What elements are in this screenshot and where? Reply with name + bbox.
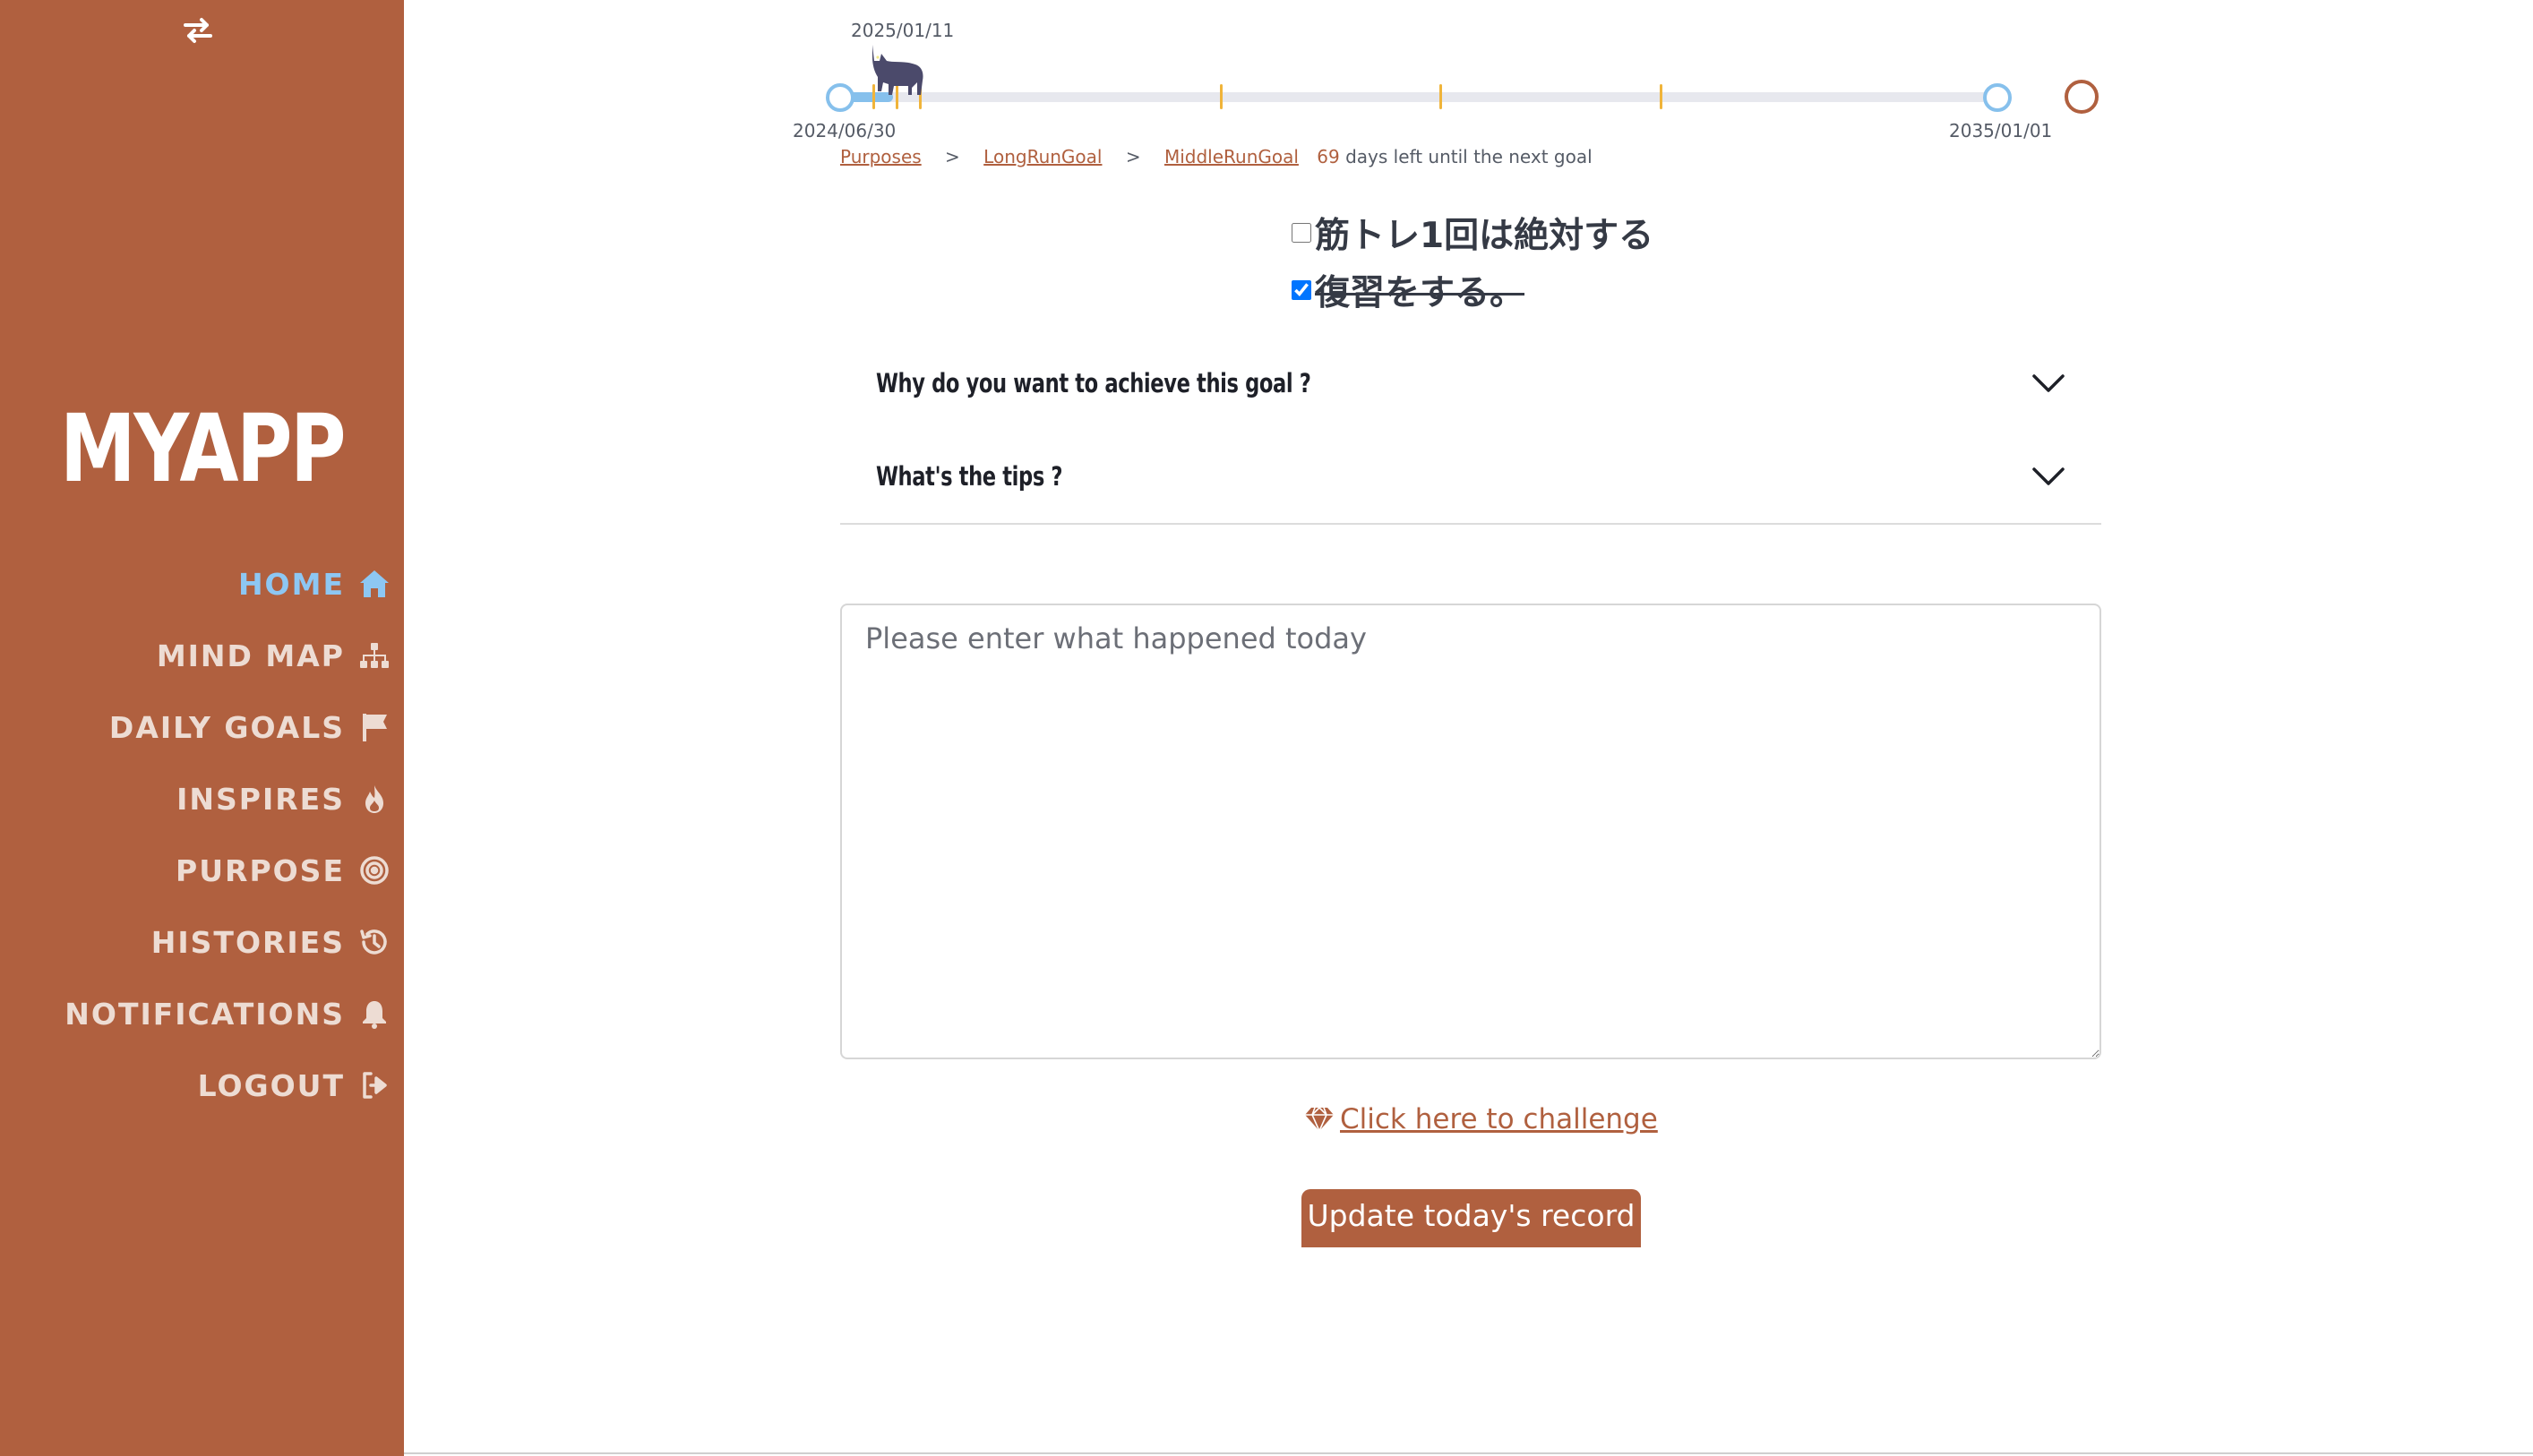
task-list: 筋トレ1回は絶対する 復習をする。 <box>1292 204 1653 319</box>
gem-icon <box>1305 1106 1334 1133</box>
cat-icon <box>872 45 923 95</box>
breadcrumb-link-middle-run-goal[interactable]: MiddleRunGoal <box>1164 146 1299 167</box>
main-nav: HOME MIND MAP DAILY GOALS INSPIRES PURPO… <box>0 548 404 1121</box>
nav-item-label: MIND MAP <box>156 638 345 673</box>
nav-item-label: PURPOSE <box>176 852 345 888</box>
accordion-title: Why do you want to achieve this goal ? <box>876 368 1311 398</box>
task-checkbox[interactable] <box>1292 223 1311 243</box>
daily-record-textarea[interactable] <box>840 604 2101 1059</box>
nav-item-label: DAILY GOALS <box>108 709 345 745</box>
task-item[interactable]: 筋トレ1回は絶対する <box>1292 204 1653 261</box>
update-record-button[interactable]: Update today's record <box>1301 1189 1641 1247</box>
task-label: 復習をする。 <box>1315 273 1525 313</box>
breadcrumb: Purposes > LongRunGoal > MiddleRunGoal 6… <box>840 146 1593 167</box>
task-item[interactable]: 復習をする。 <box>1292 261 1653 319</box>
sidebar-toggle-button[interactable] <box>177 13 219 48</box>
timeline-current-date: 2025/01/11 <box>851 20 955 41</box>
timeline-end-node[interactable] <box>1983 83 2012 112</box>
timeline-goal-node[interactable] <box>2065 80 2099 114</box>
nav-item-label: NOTIFICATIONS <box>64 996 345 1032</box>
days-left-text: days left until the next goal <box>1345 146 1593 167</box>
nav-item-label: LOGOUT <box>197 1067 345 1103</box>
timeline-tick <box>1220 84 1223 109</box>
nav-item-label: HISTORIES <box>150 924 345 960</box>
nav-item-label: INSPIRES <box>176 781 345 817</box>
timeline-track <box>839 92 1995 102</box>
nav-item-home[interactable]: HOME <box>0 548 404 620</box>
nav-item-logout[interactable]: LOGOUT <box>0 1049 404 1121</box>
swap-arrows-icon <box>184 18 212 43</box>
fire-icon <box>357 782 391 816</box>
page-bottom-divider <box>404 1452 2533 1454</box>
task-label: 筋トレ1回は絶対する <box>1315 216 1654 256</box>
breadcrumb-link-purposes[interactable]: Purposes <box>840 146 922 167</box>
accordion-why[interactable]: Why do you want to achieve this goal ? <box>840 337 2101 430</box>
challenge-link-label: Click here to challenge <box>1340 1103 1658 1135</box>
challenge-link[interactable]: Click here to challenge <box>1304 1103 1658 1135</box>
nav-item-label: HOME <box>237 566 345 602</box>
chevron-down-icon[interactable] <box>2031 466 2065 487</box>
target-icon <box>357 853 391 887</box>
timeline-tick <box>1439 84 1442 109</box>
history-icon <box>357 925 391 959</box>
nav-item-inspires[interactable]: INSPIRES <box>0 763 404 835</box>
nav-item-histories[interactable]: HISTORIES <box>0 906 404 978</box>
days-left-count: 69 <box>1317 146 1340 167</box>
logout-icon <box>357 1068 391 1102</box>
home-icon <box>357 567 391 601</box>
nav-item-notifications[interactable]: NOTIFICATIONS <box>0 978 404 1049</box>
app-logo[interactable]: MYAPP <box>37 394 368 503</box>
timeline-start-date: 2024/06/30 <box>793 120 897 141</box>
breadcrumb-link-long-run-goal[interactable]: LongRunGoal <box>983 146 1102 167</box>
task-checkbox[interactable] <box>1292 280 1311 300</box>
accordion-tips[interactable]: What's the tips ? <box>840 430 2101 523</box>
nav-item-mind-map[interactable]: MIND MAP <box>0 620 404 691</box>
timeline-tick <box>1660 84 1662 109</box>
breadcrumb-separator: > <box>1125 146 1141 167</box>
sidebar: MYAPP HOME MIND MAP DAILY GOALS INSPIRES <box>0 0 404 1456</box>
goal-accordion: Why do you want to achieve this goal ? W… <box>840 337 2101 525</box>
nav-item-purpose[interactable]: PURPOSE <box>0 835 404 906</box>
bell-icon <box>357 997 391 1031</box>
accordion-title: What's the tips ? <box>876 461 1063 492</box>
sitemap-icon <box>357 638 391 672</box>
flag-icon <box>357 710 391 744</box>
breadcrumb-separator: > <box>945 146 960 167</box>
chevron-down-icon[interactable] <box>2031 373 2065 394</box>
timeline-end-date: 2035/01/01 <box>1949 120 2053 141</box>
nav-item-daily-goals[interactable]: DAILY GOALS <box>0 691 404 763</box>
timeline-start-node[interactable] <box>826 83 854 112</box>
